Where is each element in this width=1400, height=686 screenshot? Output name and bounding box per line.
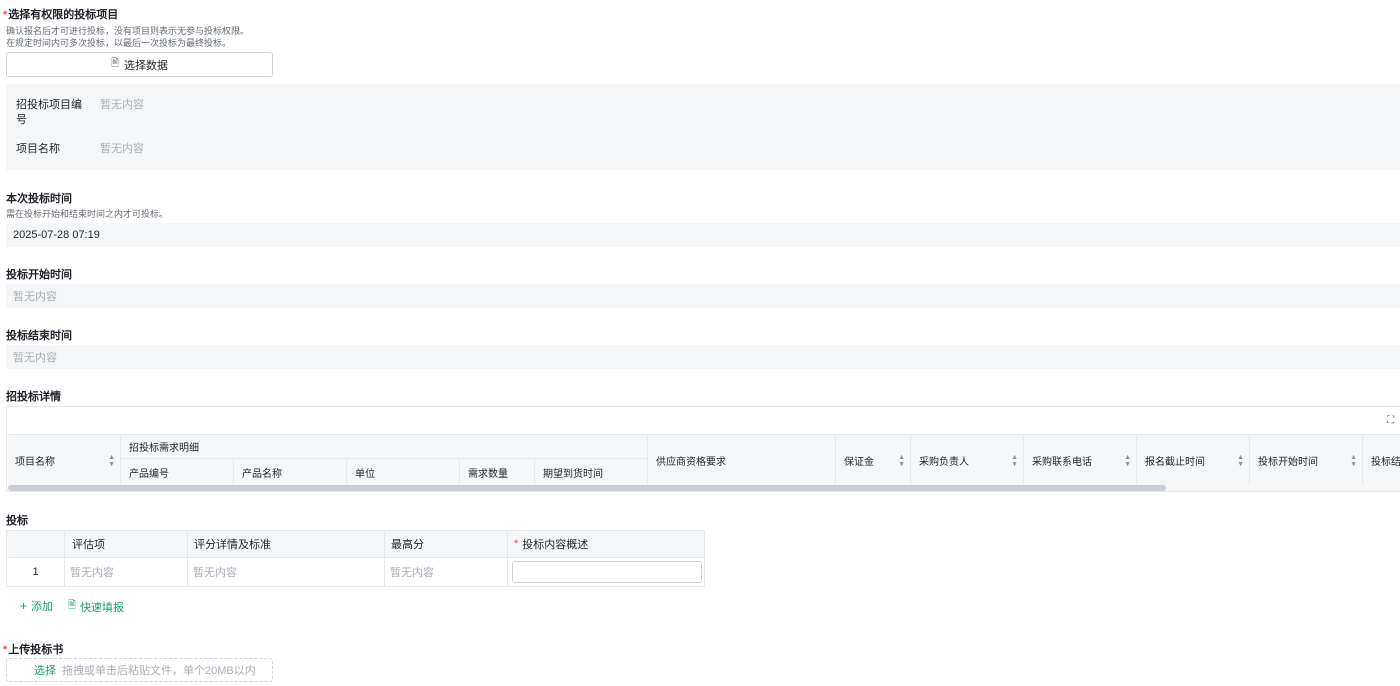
bid-col-index	[7, 531, 65, 557]
detail-title: 招投标详情	[6, 391, 61, 403]
project-code-value: 暂无内容	[100, 99, 144, 111]
upload-select-link[interactable]: 选择	[34, 662, 56, 678]
bid-col-summary-label: 投标内容概述	[522, 539, 589, 551]
bid-col-max-score-label: 最高分	[391, 539, 424, 551]
sort-icon[interactable]: ▲ ▼	[898, 454, 905, 468]
col-bid-start-label: 投标开始时间	[1258, 457, 1318, 468]
bid-col-item-label: 评估项	[72, 539, 105, 551]
bid-title: 投标	[6, 515, 28, 527]
bid-table: 评估项 评分详情及标准 最高分 * 投标内容概述 1 暂无内容 暂无内容 暂无内…	[6, 530, 705, 587]
upload-dropzone[interactable]: 选择 拖拽或单击后粘贴文件，单个20MB以内	[6, 658, 273, 682]
bid-time-value: 2025-07-28 07:19	[13, 229, 100, 241]
col-project-name[interactable]: 项目名称 ▲ ▼	[7, 435, 121, 486]
col-signup-deadline[interactable]: 报名截止时间 ▲ ▼	[1137, 435, 1250, 486]
bid-col-max-score: 最高分	[385, 531, 508, 557]
horizontal-scrollbar-thumb[interactable]	[8, 485, 1166, 491]
sort-icon[interactable]: ▲ ▼	[1011, 454, 1018, 468]
project-name-label: 项目名称	[16, 143, 60, 155]
horizontal-scrollbar-track[interactable]	[7, 485, 1400, 491]
col-quantity-label: 需求数量	[468, 469, 508, 480]
project-select-title-text: 选择有权限的投标项目	[8, 9, 119, 21]
bid-col-summary: * 投标内容概述	[508, 531, 704, 557]
upload-tip: 拖拽或单击后粘贴文件，单个20MB以内	[62, 665, 256, 677]
project-info-panel: 招投标项目编 号 暂无内容 项目名称 暂无内容	[6, 84, 1400, 170]
bid-table-header: 评估项 评分详情及标准 最高分 * 投标内容概述	[7, 531, 704, 558]
col-deposit[interactable]: 保证金 ▲ ▼	[836, 435, 911, 486]
project-select-hint-2: 在规定时间内可多次投标，以最后一次投标为最终投标。	[6, 38, 232, 48]
col-project-name-label: 项目名称	[15, 457, 55, 468]
col-group-demand: 招投标需求明细	[121, 435, 648, 459]
col-unit: 单位	[347, 459, 460, 486]
bid-start-value: 暂无内容	[13, 291, 57, 303]
col-buyer-phone-label: 采购联系电话	[1032, 457, 1092, 468]
add-row-button[interactable]: + 添加	[20, 598, 53, 614]
quick-fill-label: 快速填报	[80, 601, 125, 614]
table-row: 1 暂无内容 暂无内容 暂无内容	[7, 558, 704, 586]
bid-end-title: 投标结束时间	[6, 330, 72, 342]
col-delivery-time: 期望到货时间	[535, 459, 648, 486]
col-group-demand-label: 招投标需求明细	[129, 443, 199, 454]
bid-row-criteria: 暂无内容	[188, 558, 385, 586]
bid-end-field: 暂无内容	[6, 345, 1400, 369]
bid-start-title: 投标开始时间	[6, 269, 72, 281]
project-code-row: 招投标项目编 号 暂无内容	[16, 98, 144, 128]
quick-fill-button[interactable]: 🗎 快速填报	[68, 598, 124, 615]
bid-time-title: 本次投标时间	[6, 193, 72, 205]
bid-end-value: 暂无内容	[13, 352, 57, 364]
select-data-label: 选择数据	[124, 59, 169, 72]
add-row-label: 添加	[31, 601, 54, 613]
col-buyer[interactable]: 采购负责人 ▲ ▼	[911, 435, 1024, 486]
plus-icon: +	[20, 599, 28, 613]
col-deposit-label: 保证金	[844, 457, 874, 468]
col-buyer-label: 采购负责人	[919, 457, 969, 468]
bid-col-criteria-label: 评分详情及标准	[194, 539, 271, 551]
required-mark: *	[3, 644, 8, 656]
bid-time-field: 2025-07-28 07:19	[6, 223, 1400, 247]
expand-icon[interactable]: ⛶	[1387, 415, 1394, 426]
col-bid-start[interactable]: 投标开始时间 ▲ ▼	[1250, 435, 1363, 486]
sort-icon[interactable]: ▲ ▼	[1350, 454, 1357, 468]
col-delivery-time-label: 期望到货时间	[543, 469, 603, 480]
select-data-button[interactable]: 🗎 选择数据	[6, 52, 273, 77]
col-product-code: 产品编号	[121, 459, 234, 486]
upload-title-text: 上传投标书	[8, 644, 64, 656]
required-mark: *	[3, 9, 8, 21]
bid-row-max-score: 暂无内容	[385, 558, 508, 586]
col-buyer-phone[interactable]: 采购联系电话 ▲ ▼	[1024, 435, 1137, 486]
required-mark: *	[514, 538, 519, 550]
bid-summary-input[interactable]	[512, 561, 702, 583]
project-select-hint-1: 确认报名后才可进行投标，没有项目则表示无参与投标权限。	[6, 26, 250, 36]
col-bid-end-label: 投标结	[1371, 457, 1400, 468]
upload-title: *上传投标书	[3, 641, 63, 657]
col-product-name-label: 产品名称	[242, 469, 282, 480]
col-product-name: 产品名称	[234, 459, 347, 486]
col-qualification: 供应商资格要求	[648, 435, 836, 486]
sort-icon[interactable]: ▲ ▼	[1237, 454, 1244, 468]
sort-icon[interactable]: ▲ ▼	[1124, 454, 1131, 468]
col-qualification-label: 供应商资格要求	[656, 457, 726, 468]
detail-table-header: 项目名称 ▲ ▼ 招投标需求明细 产品编号 产品名称 单位 需求数量 期望到货时间…	[7, 434, 1400, 486]
col-unit-label: 单位	[355, 469, 375, 480]
document-icon: 🗎	[68, 600, 77, 611]
col-bid-end[interactable]: 投标结	[1363, 435, 1400, 486]
detail-table-wrapper: ⛶ 项目名称 ▲ ▼ 招投标需求明细 产品编号 产品名称 单位 需求数量 期望到货…	[6, 406, 1400, 492]
bid-start-field: 暂无内容	[6, 284, 1400, 308]
document-icon: 🗎	[110, 58, 120, 69]
bid-time-hint: 需在投标开始和结束时间之内才可投标。	[6, 209, 169, 219]
col-signup-deadline-label: 报名截止时间	[1145, 457, 1205, 468]
project-name-row: 项目名称 暂无内容	[16, 142, 144, 157]
bid-row-index: 1	[7, 558, 65, 586]
project-code-label: 招投标项目编 号	[16, 99, 82, 126]
col-quantity: 需求数量	[460, 459, 535, 486]
bid-row-item: 暂无内容	[65, 558, 188, 586]
sort-icon[interactable]: ▲ ▼	[108, 454, 115, 468]
bid-col-item: 评估项	[65, 531, 188, 557]
bid-col-criteria: 评分详情及标准	[188, 531, 385, 557]
project-name-value: 暂无内容	[100, 143, 144, 155]
col-product-code-label: 产品编号	[129, 469, 169, 480]
project-select-title: *选择有权限的投标项目	[3, 6, 118, 22]
